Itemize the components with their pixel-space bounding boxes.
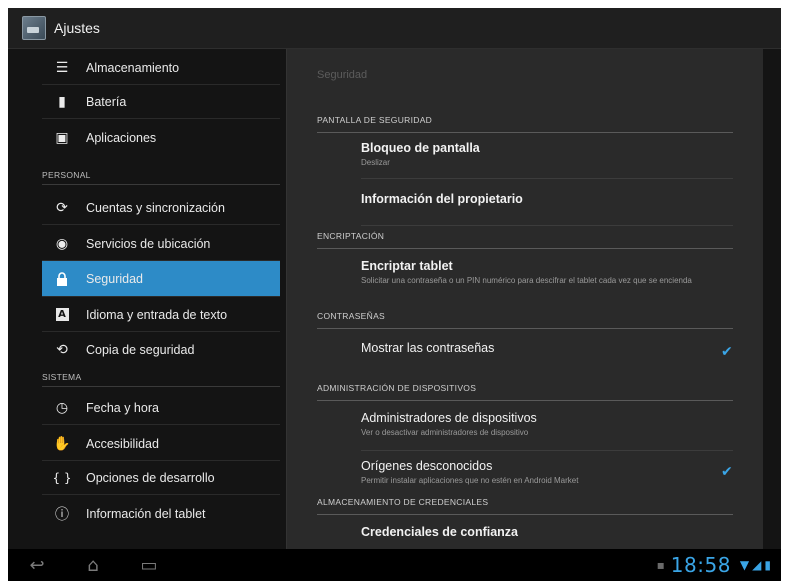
home-icon: ⌂: [87, 554, 99, 576]
battery-status-icon: ▮: [764, 558, 771, 572]
wifi-icon: ▼: [739, 558, 750, 572]
row-summary: Ver o desactivar administradores de disp…: [361, 428, 529, 437]
sidebar-item-label: Accesibilidad: [86, 436, 159, 451]
info-icon: ⓘ: [55, 507, 69, 523]
developer-icon: { }: [52, 470, 72, 485]
row-origenes-desconocidos[interactable]: Orígenes desconocidos Permitir instalar …: [361, 459, 733, 495]
row-title: Información del propietario: [361, 192, 523, 206]
section-header-encriptacion: ENCRIPTACIÓN: [317, 231, 733, 249]
app-title: Ajustes: [54, 20, 100, 36]
sidebar-item-label: Información del tablet: [86, 507, 206, 521]
action-bar: Ajustes: [8, 8, 781, 49]
clock-icon: ◷: [55, 399, 69, 416]
sidebar-item-accesibilidad[interactable]: ✋ Accesibilidad: [42, 427, 280, 461]
section-header-administracion: ADMINISTRACIÓN DE DISPOSITIVOS: [317, 383, 733, 401]
sync-icon: ⟳: [56, 199, 68, 216]
sidebar-item-label: Servicios de ubicación: [86, 236, 211, 251]
back-button[interactable]: ↩: [22, 554, 52, 576]
sidebar-item-desarrollo[interactable]: { } Opciones de desarrollo: [42, 461, 280, 495]
sidebar-item-label: Cuentas y sincronización: [86, 200, 225, 215]
back-icon: ↩: [29, 554, 45, 576]
recents-icon: ▭: [140, 554, 158, 576]
settings-app-icon[interactable]: [22, 16, 46, 40]
language-icon-glyph: A: [55, 308, 69, 321]
row-title: Mostrar las contraseñas: [361, 341, 495, 355]
show-passwords-checkbox[interactable]: ✔: [721, 345, 735, 359]
row-info-propietario[interactable]: Información del propietario: [361, 192, 733, 226]
sidebar-item-almacenamiento[interactable]: ☰ Almacenamiento: [42, 51, 280, 85]
backup-icon: ⟲: [56, 342, 68, 358]
signal-icon: ◢: [752, 558, 762, 572]
storage-icon: ☰: [55, 59, 69, 76]
row-credenciales-confianza[interactable]: Credenciales de confianza: [361, 525, 733, 551]
unknown-sources-checkbox[interactable]: ✔: [721, 465, 735, 479]
accessibility-icon: ✋: [53, 435, 71, 452]
row-summary: Solicitar una contraseña o un PIN numéri…: [361, 276, 692, 285]
row-title: Encriptar tablet: [361, 259, 453, 273]
security-panel: Seguridad PANTALLA DE SEGURIDAD Bloqueo …: [286, 49, 763, 551]
sidebar-item-bateria[interactable]: ▮ Batería: [42, 85, 280, 119]
sidebar-item-label: Almacenamiento: [86, 60, 180, 75]
sidebar-item-cuentas[interactable]: ⟳ Cuentas y sincronización: [42, 191, 280, 225]
sidebar-item-label: Aplicaciones: [86, 131, 157, 145]
language-icon: A: [52, 305, 72, 325]
sidebar-item-informacion[interactable]: ⓘ Información del tablet: [42, 497, 280, 531]
lock-icon: [52, 269, 72, 289]
sidebar-item-label: Seguridad: [86, 271, 143, 286]
row-summary: Deslizar: [361, 158, 390, 167]
notification-icon: ▪: [656, 558, 665, 572]
row-encriptar-tablet[interactable]: Encriptar tablet Solicitar una contraseñ…: [361, 259, 733, 307]
section-header-personal: PERSONAL: [42, 165, 280, 185]
system-bar: ↩ ⌂ ▭ ▪ 18:58 ▼ ◢ ▮: [8, 549, 781, 581]
row-administradores[interactable]: Administradores de dispositivos Ver o de…: [361, 411, 733, 451]
settings-sidebar: ☰ Almacenamiento ▮ Batería ▣ Aplicacione…: [8, 49, 280, 549]
sidebar-item-ubicacion[interactable]: ◉ Servicios de ubicación: [42, 227, 280, 261]
row-title: Orígenes desconocidos: [361, 459, 493, 473]
home-button[interactable]: ⌂: [78, 554, 108, 576]
section-header-credenciales: ALMACENAMIENTO DE CREDENCIALES: [317, 497, 733, 515]
section-header-pantalla: PANTALLA DE SEGURIDAD: [317, 115, 733, 133]
location-icon: ◉: [55, 235, 69, 252]
row-bloqueo-pantalla[interactable]: Bloqueo de pantalla Deslizar: [361, 141, 733, 179]
sidebar-item-seguridad[interactable]: Seguridad: [42, 261, 280, 297]
status-area[interactable]: ▪ 18:58 ▼ ◢ ▮: [654, 549, 771, 581]
row-title: Credenciales de confianza: [361, 525, 519, 539]
battery-icon: ▮: [58, 93, 66, 110]
panel-title: Seguridad: [317, 69, 368, 81]
sidebar-item-idioma[interactable]: A Idioma y entrada de texto: [42, 298, 280, 332]
row-summary: Permitir instalar aplicaciones que no es…: [361, 476, 579, 485]
row-title: Administradores de dispositivos: [361, 411, 537, 425]
sidebar-item-label: Fecha y hora: [86, 400, 159, 415]
sidebar-item-label: Batería: [86, 94, 127, 109]
clock: 18:58: [670, 553, 731, 577]
tablet-screen: Ajustes ☰ Almacenamiento ▮ Batería ▣ Apl…: [8, 8, 781, 581]
section-header-contrasenas: CONTRASEÑAS: [317, 311, 733, 329]
row-mostrar-contrasenas[interactable]: Mostrar las contraseñas: [361, 341, 733, 375]
sidebar-item-fecha[interactable]: ◷ Fecha y hora: [42, 391, 280, 425]
sidebar-item-copia[interactable]: ⟲ Copia de seguridad: [42, 333, 280, 367]
sidebar-item-label: Copia de seguridad: [86, 343, 195, 357]
apps-icon: ▣: [55, 130, 69, 146]
section-header-sistema: SISTEMA: [42, 367, 280, 387]
row-title: Bloqueo de pantalla: [361, 141, 480, 155]
recents-button[interactable]: ▭: [134, 554, 164, 576]
sidebar-item-label: Opciones de desarrollo: [86, 470, 215, 485]
sidebar-item-aplicaciones[interactable]: ▣ Aplicaciones: [42, 121, 280, 155]
sidebar-item-label: Idioma y entrada de texto: [86, 307, 228, 322]
